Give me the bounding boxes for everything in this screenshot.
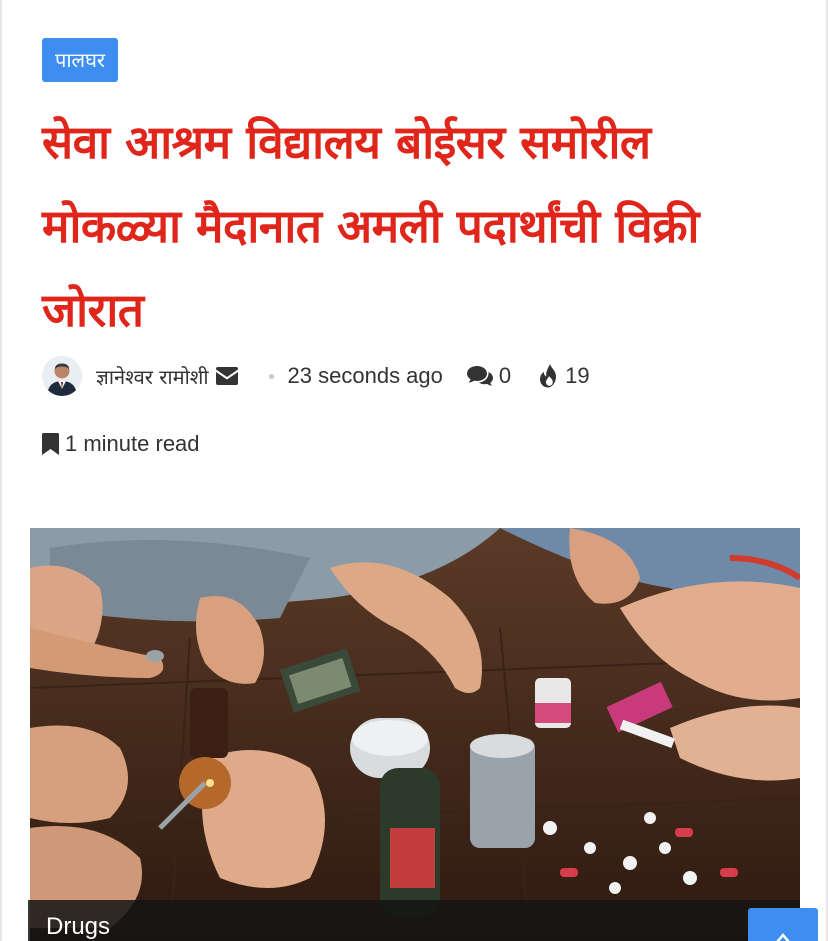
page-border-left: [0, 0, 2, 941]
views-count: 19: [565, 363, 590, 388]
article-page: पालघर सेवा आश्रम विद्यालय बोईसर समोरील म…: [0, 0, 828, 941]
back-to-top-button[interactable]: [748, 908, 818, 941]
article-meta: ज्ञानेश्वर रामोशी 23 seconds ago 0 19: [42, 352, 590, 400]
article-title: सेवा आश्रम विद्यालय बोईसर समोरील मोकळ्या…: [42, 115, 699, 337]
category-badge[interactable]: पालघर: [42, 38, 119, 82]
image-caption-bar: Drugs: [28, 900, 800, 941]
image-caption: Drugs: [46, 913, 111, 940]
meta-separator: [268, 373, 274, 379]
envelope-icon[interactable]: [215, 367, 239, 385]
author-name-link[interactable]: ज्ञानेश्वर रामोशी: [96, 363, 209, 390]
chevron-up-icon: [776, 930, 790, 941]
featured-image[interactable]: [30, 528, 800, 941]
bookmark-icon: [42, 433, 59, 455]
comments-icon[interactable]: [466, 366, 493, 386]
author-avatar[interactable]: [42, 356, 82, 396]
reading-time-label: 1 minute read: [65, 431, 200, 456]
comments-count[interactable]: 0: [499, 363, 511, 389]
reading-time: 1 minute read: [42, 428, 200, 460]
fire-icon: [539, 364, 559, 388]
publish-time: 23 seconds ago: [287, 363, 443, 388]
